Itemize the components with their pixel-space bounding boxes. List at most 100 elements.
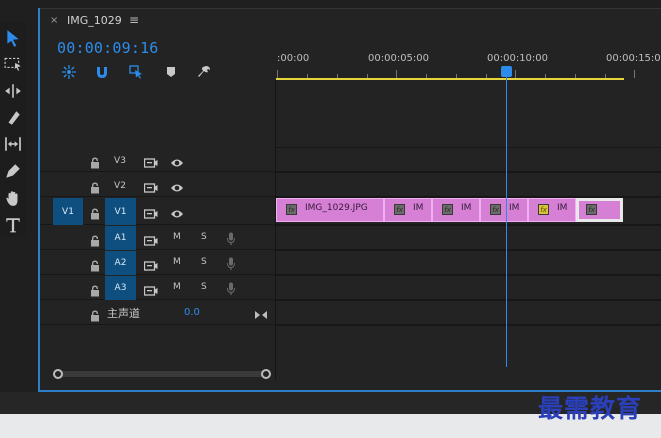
track-name[interactable]: V1 [105, 198, 136, 225]
sync-lock-icon[interactable] [143, 154, 158, 168]
clip[interactable]: fx IMG_1029.JPG [276, 198, 384, 222]
lock-icon[interactable] [90, 205, 100, 220]
linked-selection-button[interactable] [128, 64, 144, 80]
ruler-tick [515, 70, 516, 78]
playhead-handle[interactable] [501, 66, 512, 77]
master-track-label: 主声道 [107, 307, 140, 320]
nest-toggle-button[interactable] [61, 64, 77, 80]
solo-button[interactable]: S [201, 257, 207, 267]
track-a2[interactable]: A2 M S [40, 251, 661, 275]
track-a1[interactable]: A1 M S [40, 226, 661, 250]
hand-tool[interactable] [0, 186, 26, 210]
go-to-end-icon[interactable] [255, 306, 267, 319]
track-divider [276, 325, 661, 326]
selection-tool[interactable] [0, 26, 26, 50]
snap-button[interactable] [94, 64, 110, 80]
ruler-tick [634, 70, 635, 78]
clip[interactable]: fx IM [480, 198, 528, 222]
magnet-icon [97, 67, 107, 78]
eye-icon[interactable] [170, 154, 184, 167]
wrench-icon [198, 66, 210, 77]
lock-icon[interactable] [90, 154, 100, 169]
solo-button[interactable]: S [201, 232, 207, 242]
clip-name: IM [413, 203, 424, 213]
panel-menu-icon[interactable]: ≡ [129, 13, 139, 27]
marker-icon [167, 67, 175, 77]
solo-button[interactable]: S [201, 282, 207, 292]
track-a3[interactable]: A3 M S [40, 276, 661, 300]
track-name[interactable]: A1 [105, 226, 136, 250]
clip-name: IM [509, 203, 520, 213]
eye-icon[interactable] [170, 179, 184, 192]
playhead-timecode[interactable]: 00:00:09:16 [57, 39, 159, 57]
slip-tool[interactable] [0, 132, 26, 156]
microphone-icon[interactable] [226, 256, 236, 270]
track-master[interactable]: 主声道 0.0 [40, 301, 661, 325]
sync-lock-icon[interactable] [143, 257, 158, 271]
track-v2[interactable]: V2 [40, 173, 661, 197]
fx-badge: fx [538, 204, 549, 215]
timeline-settings-button[interactable] [196, 64, 212, 80]
clip-name: IMG_1029.JPG [305, 203, 368, 213]
sync-lock-icon[interactable] [143, 282, 158, 296]
type-tool[interactable] [0, 213, 26, 237]
pen-icon [6, 164, 20, 178]
mute-button[interactable]: M [173, 257, 181, 267]
lock-icon[interactable] [90, 179, 100, 194]
ripple-edit-icon [5, 84, 21, 98]
clip-name: IM [461, 203, 472, 213]
ruler-label-5s: 00:00:05:00 [368, 53, 430, 64]
playhead-line [506, 77, 507, 367]
tab-sequence[interactable]: × IMG_1029 ≡ [40, 9, 661, 33]
hand-icon [6, 191, 18, 206]
lock-icon[interactable] [90, 257, 100, 272]
fx-badge: fx [394, 204, 405, 215]
ruler-tick [396, 70, 397, 78]
sync-lock-icon[interactable] [143, 232, 158, 246]
scrollbar-left-handle[interactable] [53, 369, 63, 379]
sync-lock-icon[interactable] [143, 205, 158, 219]
nest-icon [62, 65, 76, 79]
arrow-icon [7, 30, 19, 47]
mute-button[interactable]: M [173, 282, 181, 292]
tab-title: IMG_1029 [67, 14, 122, 27]
mute-button[interactable]: M [173, 232, 181, 242]
scrollbar-right-handle[interactable] [261, 369, 271, 379]
track-name[interactable]: V3 [106, 152, 134, 169]
track-select-tool[interactable] [0, 52, 26, 76]
clip[interactable]: fx IM [432, 198, 480, 222]
close-icon[interactable]: × [50, 15, 58, 26]
track-select-icon [4, 57, 21, 71]
microphone-icon[interactable] [226, 231, 236, 245]
clip[interactable]: fx IM [384, 198, 432, 222]
ruler-label-10s: 00:00:10:00 [487, 53, 549, 64]
lock-icon[interactable] [90, 282, 100, 297]
lock-icon[interactable] [90, 232, 100, 247]
ruler-label-15s: 00:00:15:00 [606, 53, 661, 64]
eye-icon[interactable] [170, 205, 184, 218]
track-name[interactable]: A3 [105, 276, 136, 300]
work-area-bar[interactable] [276, 78, 624, 80]
horizontal-zoom-scrollbar[interactable] [58, 371, 266, 377]
master-volume-value[interactable]: 0.0 [184, 307, 200, 318]
type-icon [6, 218, 20, 233]
track-name[interactable]: A2 [105, 251, 136, 275]
tools-panel [0, 22, 26, 237]
watermark-text: 最需教育 [538, 394, 643, 423]
lock-icon[interactable] [90, 307, 100, 322]
source-patch-v1[interactable]: V1 [53, 198, 83, 225]
fx-badge: fx [490, 204, 501, 215]
add-marker-button[interactable] [163, 64, 179, 80]
clip-selected[interactable]: fx [576, 198, 623, 222]
ripple-edit-tool[interactable] [0, 79, 26, 103]
track-v3[interactable]: V3 [40, 148, 661, 172]
microphone-icon[interactable] [226, 281, 236, 295]
razor-icon [8, 111, 20, 125]
fx-badge: fx [442, 204, 453, 215]
track-name[interactable]: V2 [106, 177, 134, 194]
clip-name: IM [557, 203, 568, 213]
clip[interactable]: fx IM [528, 198, 576, 222]
razor-tool[interactable] [0, 106, 26, 130]
pen-tool[interactable] [0, 159, 26, 183]
sync-lock-icon[interactable] [143, 179, 158, 193]
